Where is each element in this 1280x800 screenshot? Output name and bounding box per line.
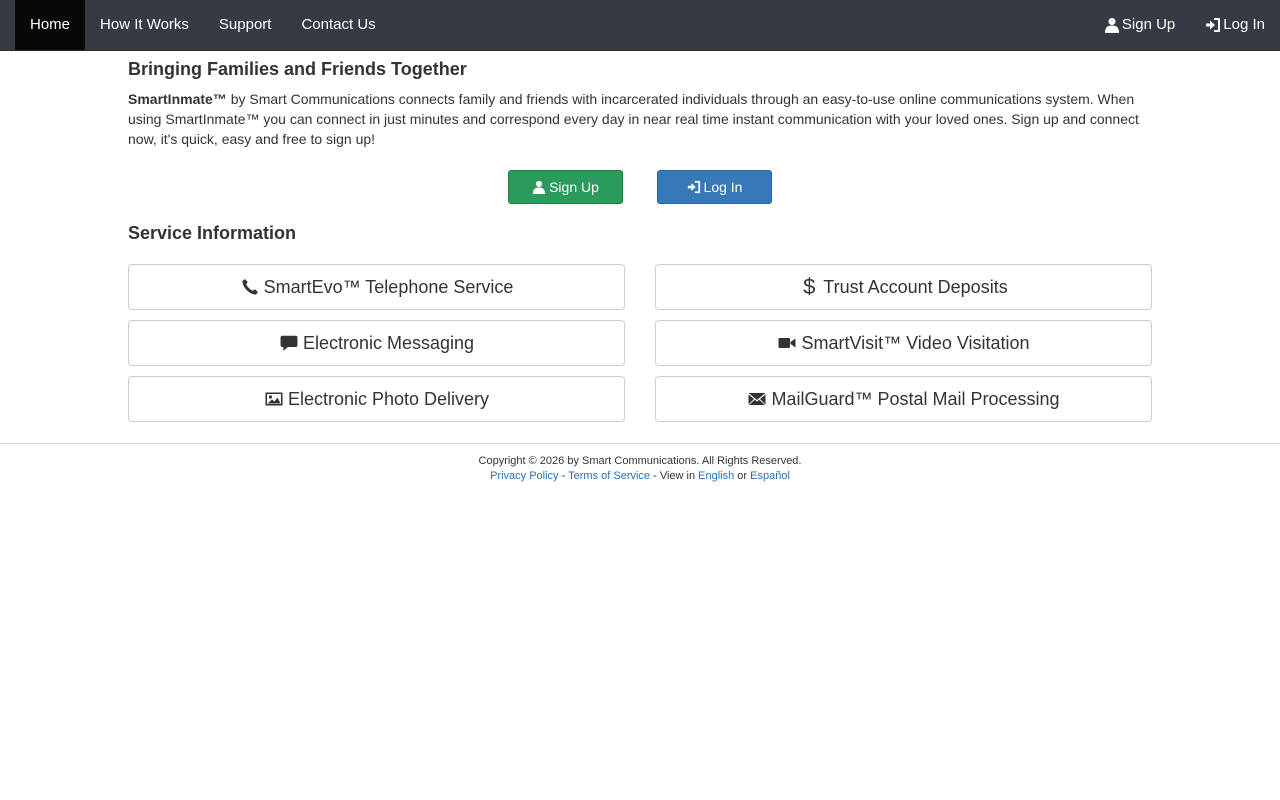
service-info-title: Service Information [128,223,297,243]
privacy-policy-link[interactable]: Privacy Policy [490,470,558,482]
nav-left-menu: Home How It Works Support Contact Us [15,0,391,50]
page-title: Bringing Families and Friends Together [128,59,467,79]
video-visitation-button[interactable]: SmartVisit™ Video Visitation [655,320,1152,366]
nav-sign-up-label: Sign Up [1121,16,1176,33]
message-icon [279,333,299,353]
nav-how-it-works[interactable]: How It Works [85,0,204,50]
sign-up-button[interactable]: Sign Up [508,170,623,204]
footer-links: Privacy Policy - Terms of Service - View… [0,469,1280,484]
phone-icon [240,277,260,297]
nav-sign-up[interactable]: Sign Up [1089,0,1190,50]
terms-of-service-link[interactable]: Terms of Service [568,470,650,482]
user-icon [1104,17,1120,33]
telephone-service-label: SmartEvo™ Telephone Service [263,276,514,297]
footer-copyright: Copyright © 2026 by Smart Communications… [478,455,802,467]
mail-processing-button[interactable]: MailGuard™ Postal Mail Processing [655,376,1152,422]
login-icon [687,180,700,194]
footer-or: or [734,470,751,482]
electronic-messaging-button[interactable]: Electronic Messaging [128,320,625,366]
log-in-button[interactable]: Log In [657,170,772,204]
nav-log-in-label: Log In [1223,16,1265,33]
nav-home[interactable]: Home [15,0,86,50]
login-icon [1205,17,1221,33]
nav-right-menu: Sign Up Log In [1089,0,1280,50]
espanol-link[interactable]: Español [750,470,790,482]
user-icon [532,180,546,194]
video-visitation-label: SmartVisit™ Video Visitation [801,332,1030,353]
nav-support[interactable]: Support [204,0,287,50]
photo-icon [264,389,284,409]
footer-divider [0,443,1280,444]
footer-separator: - [558,470,569,482]
log-in-button-label: Log In [703,179,743,195]
telephone-service-button[interactable]: SmartEvo™ Telephone Service [128,264,625,310]
photo-delivery-label: Electronic Photo Delivery [287,388,490,409]
video-icon [777,333,797,353]
trust-account-deposits-label: Trust Account Deposits [823,276,1008,297]
nav-log-in[interactable]: Log In [1190,0,1280,50]
footer-view-in: - View in [650,470,699,482]
brand-name: SmartInmate™ [128,91,227,107]
nav-contact-us[interactable]: Contact Us [286,0,390,50]
english-link[interactable]: English [698,470,734,482]
mail-processing-label: MailGuard™ Postal Mail Processing [771,388,1060,409]
electronic-messaging-label: Electronic Messaging [302,332,475,353]
intro-text: by Smart Communications connects family … [128,91,1139,147]
intro-paragraph: SmartInmate™ by Smart Communications con… [128,89,1152,149]
sign-up-button-label: Sign Up [549,179,599,195]
dollar-icon: $ [803,274,816,299]
top-navbar: Home How It Works Support Contact Us Sig… [0,0,1280,51]
photo-delivery-button[interactable]: Electronic Photo Delivery [128,376,625,422]
footer: Copyright © 2026 by Smart Communications… [0,454,1280,484]
trust-account-deposits-button[interactable]: $ Trust Account Deposits [655,264,1152,310]
envelope-icon [747,389,767,409]
